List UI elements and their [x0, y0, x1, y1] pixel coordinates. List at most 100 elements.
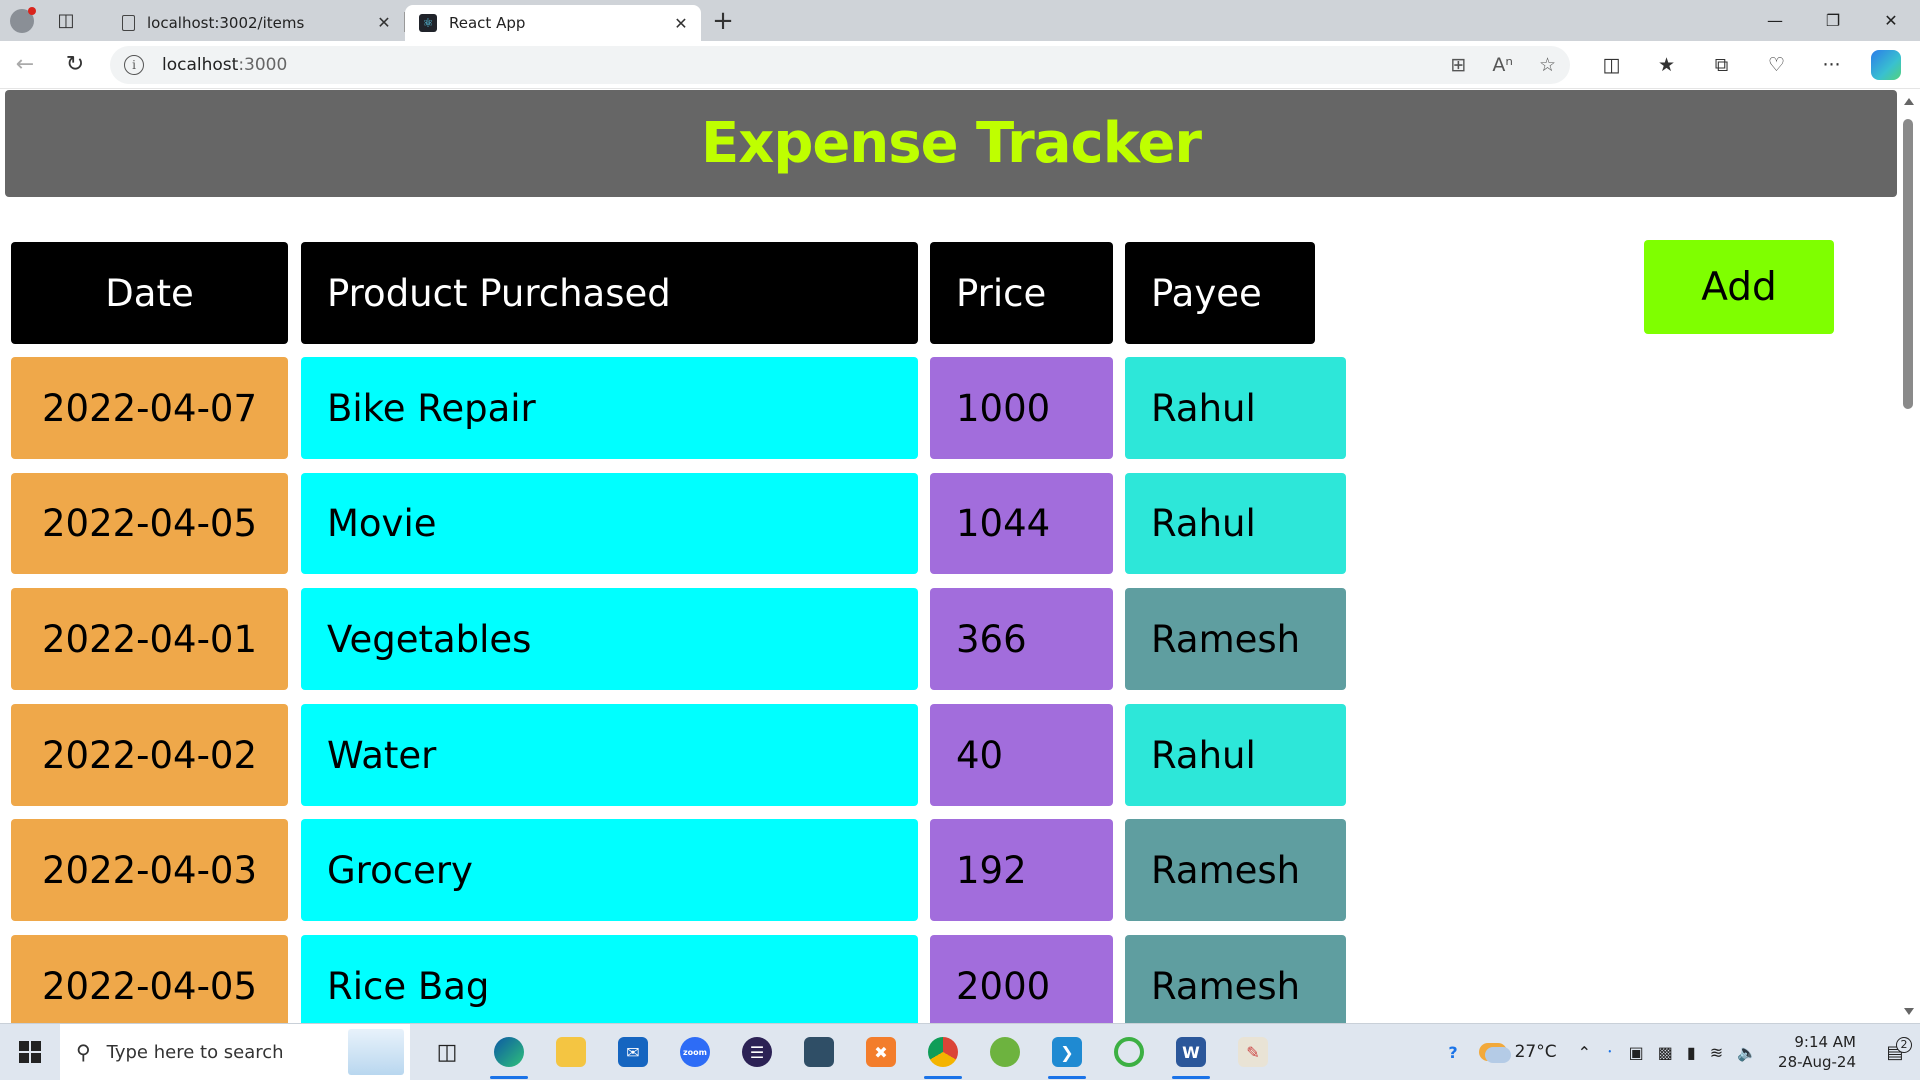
notification-center-button[interactable]: ▤ 2 — [1870, 1036, 1920, 1063]
profile-button[interactable] — [0, 0, 44, 41]
column-header-date: Date — [11, 242, 288, 344]
table-cell-date: 2022-04-02 — [11, 704, 288, 806]
taskbar-chrome[interactable] — [912, 1024, 974, 1081]
vertical-scrollbar[interactable] — [1897, 89, 1920, 1023]
table-cell-product: Bike Repair — [301, 357, 918, 459]
taskbar-file-explorer[interactable] — [540, 1024, 602, 1081]
more-menu-button[interactable]: ··· — [1804, 45, 1859, 85]
taskbar-spring-tools[interactable] — [974, 1024, 1036, 1081]
new-tab-button[interactable]: + — [701, 0, 745, 41]
volume-icon[interactable]: 🔈 — [1730, 1043, 1764, 1062]
favorites-button[interactable]: ★ — [1639, 45, 1694, 85]
table-cell-payee: Rahul — [1125, 357, 1346, 459]
mail-icon: ✉ — [618, 1037, 648, 1067]
table-cell-price: 40 — [930, 704, 1113, 806]
table-cell-payee: Ramesh — [1125, 588, 1346, 690]
column-header-price: Price — [930, 242, 1113, 344]
battery-icon[interactable]: ▮ — [1680, 1043, 1703, 1062]
taskbar-xampp[interactable]: ✖ — [850, 1024, 912, 1081]
clock[interactable]: 9:14 AM 28-Aug-24 — [1764, 1032, 1870, 1072]
taskbar-mail[interactable]: ✉ — [602, 1024, 664, 1081]
taskbar-edge[interactable] — [478, 1024, 540, 1081]
close-window-button[interactable]: ✕ — [1862, 0, 1920, 41]
meet-now-icon[interactable]: ▣ — [1622, 1043, 1651, 1062]
app-available-icon[interactable]: ⊞ — [1450, 54, 1466, 76]
site-info-icon[interactable]: i — [124, 54, 144, 75]
copilot-icon[interactable] — [1871, 49, 1901, 80]
display-icon[interactable]: ▩ — [1651, 1043, 1680, 1062]
taskbar-eclipse[interactable]: ☰ — [726, 1024, 788, 1081]
taskbar-search-box[interactable]: ⚲ Type here to search — [60, 1023, 410, 1081]
favorite-star-icon[interactable]: ☆ — [1539, 54, 1556, 76]
browser-essentials-button[interactable]: ♡ — [1749, 45, 1804, 85]
page-viewport: Expense Tracker Date Product Purchased P… — [0, 89, 1920, 1023]
taskbar-refresh-app[interactable] — [1098, 1024, 1160, 1081]
table-cell-price: 1000 — [930, 357, 1113, 459]
app-header: Expense Tracker — [5, 90, 1897, 197]
restore-button[interactable]: ❐ — [1804, 0, 1862, 41]
scroll-down-arrow-icon[interactable] — [1904, 1008, 1914, 1015]
read-aloud-icon[interactable]: Aⁿ — [1492, 54, 1513, 76]
spring-leaf-icon — [990, 1037, 1020, 1067]
weather-cloud-icon — [1478, 1043, 1511, 1063]
table-cell-product: Vegetables — [301, 588, 918, 690]
table-cell-payee: Ramesh — [1125, 819, 1346, 921]
split-screen-button[interactable]: ◫ — [1584, 45, 1639, 85]
table-cell-price: 366 — [930, 588, 1113, 690]
tab-localhost-items[interactable]: localhost:3002/items ✕ — [108, 5, 404, 40]
chevron-up-icon[interactable]: ⌃ — [1571, 1043, 1598, 1062]
scrollbar-thumb[interactable] — [1903, 119, 1913, 409]
scroll-up-arrow-icon[interactable] — [1904, 98, 1914, 105]
omnibox-actions: ⊞ Aⁿ ☆ — [1450, 54, 1556, 76]
help-icon[interactable]: ? — [1441, 1043, 1464, 1062]
zoom-icon: zoom — [680, 1037, 710, 1067]
favorites-icon: ★ — [1657, 53, 1676, 76]
table-cell-price: 192 — [930, 819, 1113, 921]
back-button[interactable]: ← — [0, 45, 50, 85]
tab-close-icon[interactable]: ✕ — [374, 13, 394, 32]
browser-toolbar: ◫ ★ ⧉ ♡ ··· — [1584, 45, 1859, 85]
more-dots-icon: ··· — [1822, 53, 1841, 76]
taskbar-vscode[interactable]: ❯ — [1036, 1024, 1098, 1081]
table-cell-date: 2022-04-03 — [11, 819, 288, 921]
taskbar-mysql-workbench[interactable] — [788, 1024, 850, 1081]
url-host: localhost — [162, 54, 239, 75]
collections-button[interactable]: ⧉ — [1694, 45, 1749, 85]
table-cell-payee: Rahul — [1125, 704, 1346, 806]
taskbar-word[interactable]: W — [1160, 1024, 1222, 1081]
weather-widget[interactable]: 27°C — [1465, 1042, 1571, 1063]
reload-button[interactable]: ↻ — [50, 45, 100, 85]
window-controls: — ❐ ✕ — [1746, 0, 1920, 41]
wifi-icon[interactable]: ≋ — [1703, 1043, 1730, 1062]
url-port: :3000 — [238, 54, 288, 75]
minimize-button[interactable]: — — [1746, 0, 1804, 41]
start-button[interactable] — [0, 1024, 60, 1081]
eclipse-icon: ☰ — [742, 1037, 772, 1067]
system-tray: ? 27°C ⌃ ᛫ ▣ ▩ ▮ ≋ 🔈 9:14 AM 28-Aug-24 ▤… — [1441, 1024, 1920, 1081]
table-cell-price: 2000 — [930, 935, 1113, 1023]
url-input[interactable]: i localhost:3000 ⊞ Aⁿ ☆ — [110, 45, 1570, 84]
column-header-product: Product Purchased — [301, 242, 918, 344]
folder-icon — [556, 1037, 586, 1067]
heart-pulse-icon: ♡ — [1767, 53, 1786, 76]
table-cell-date: 2022-04-05 — [11, 935, 288, 1023]
tab-title: React App — [449, 14, 526, 32]
url-text: localhost:3000 — [162, 55, 287, 75]
page-title: Expense Tracker — [700, 111, 1202, 176]
restore-icon: ❐ — [1825, 11, 1841, 30]
tab-react-app[interactable]: ⚛ React App ✕ — [405, 5, 701, 41]
table-cell-date: 2022-04-07 — [11, 357, 288, 459]
profile-avatar-icon — [10, 6, 36, 33]
table-cell-price: 1044 — [930, 473, 1113, 574]
table-cell-payee: Rahul — [1125, 473, 1346, 574]
bluetooth-icon[interactable]: ᛫ — [1598, 1043, 1622, 1062]
table-cell-product: Rice Bag — [301, 935, 918, 1023]
taskbar-zoom[interactable]: zoom — [664, 1024, 726, 1081]
column-header-payee: Payee — [1125, 242, 1315, 344]
tab-actions-button[interactable]: ◫ — [44, 0, 88, 41]
tab-close-icon[interactable]: ✕ — [671, 14, 691, 33]
taskbar-paint[interactable]: ✎ — [1222, 1024, 1284, 1081]
collections-icon: ⧉ — [1714, 53, 1729, 76]
add-button[interactable]: Add — [1644, 240, 1834, 334]
task-view-button[interactable]: ◫ — [416, 1024, 478, 1081]
